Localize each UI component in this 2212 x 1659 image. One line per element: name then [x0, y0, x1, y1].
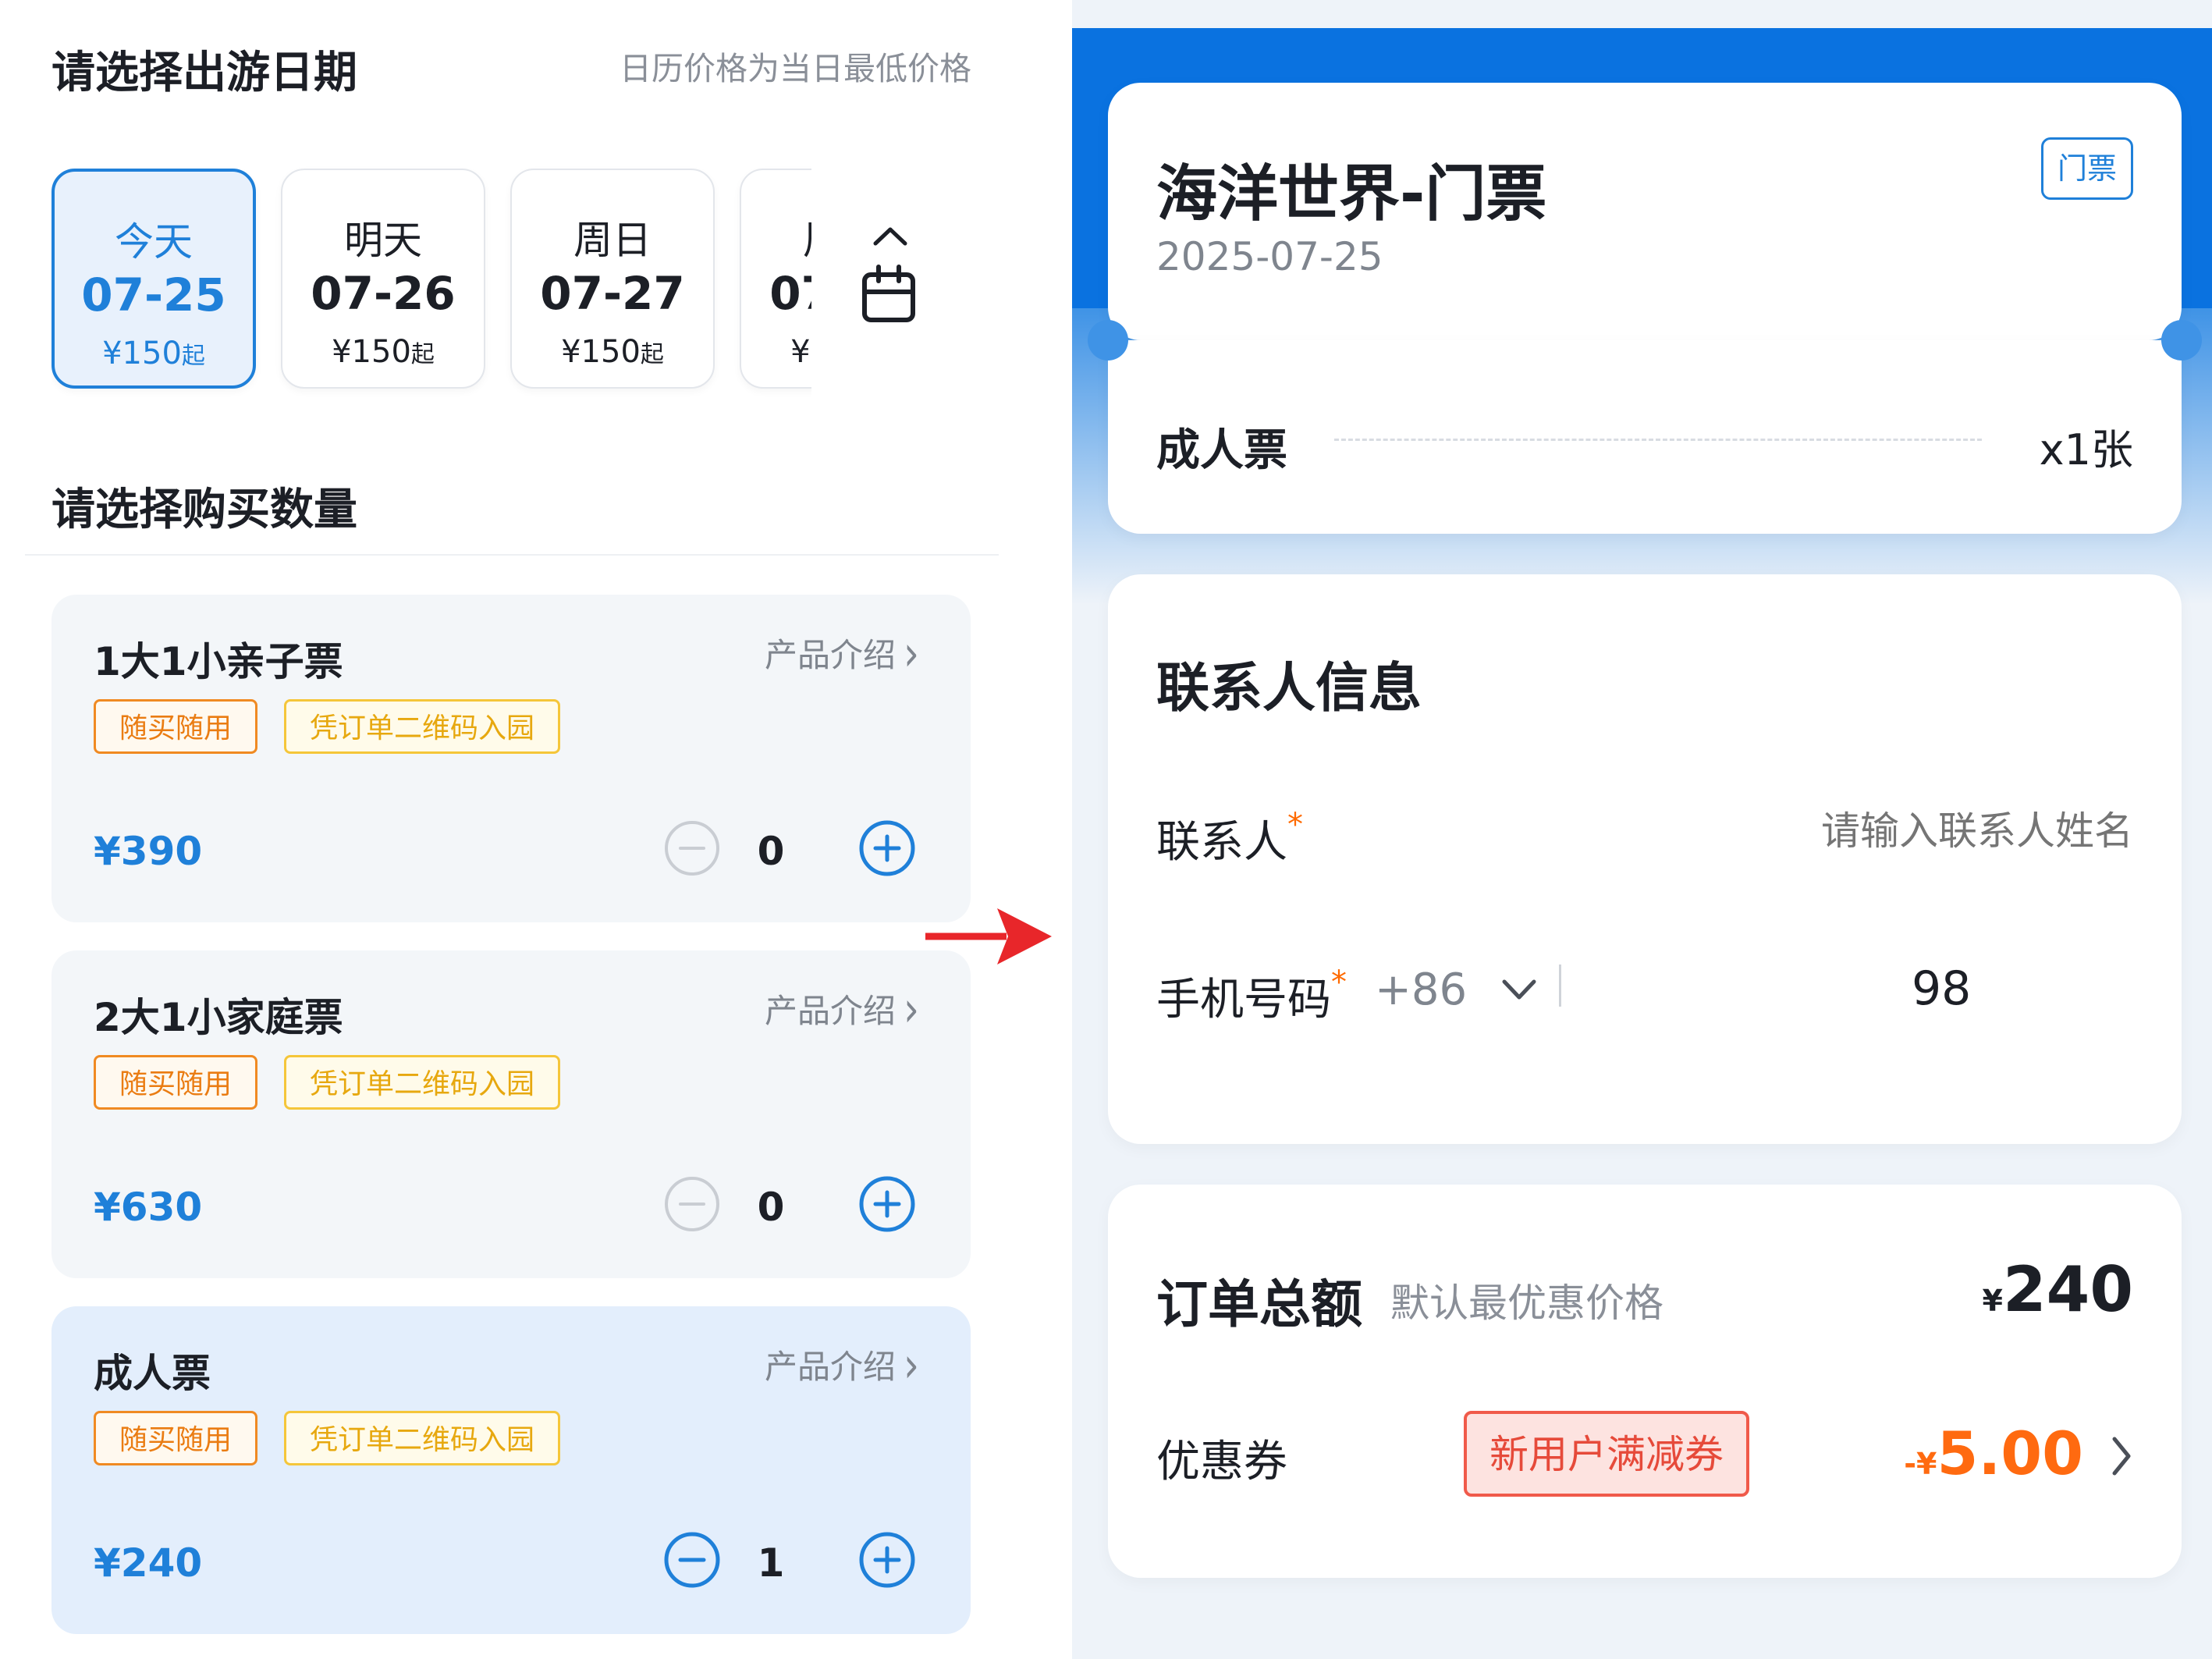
chevron-down-icon[interactable] [1501, 971, 1537, 1008]
order-total-amount: ¥240 [1982, 1253, 2133, 1326]
product-intro-link[interactable]: 产品介绍 › [765, 981, 919, 1038]
product-price: ¥390 [94, 829, 203, 874]
product-name: 成人票 [94, 1351, 211, 1396]
product-name: 2大1小家庭票 [94, 995, 343, 1040]
date-card-label: 周日 [573, 218, 652, 263]
phone-label: 手机号码* [1156, 964, 1347, 1025]
order-total-title: 订单总额 [1156, 1274, 1362, 1334]
plus-button[interactable] [858, 1175, 916, 1233]
ticket-notch-left [1088, 320, 1128, 361]
product-intro-link[interactable]: 产品介绍 › [765, 1337, 919, 1394]
tag-qr-entry: 凭订单二维码入园 [284, 699, 561, 754]
chevron-right-icon: › [904, 980, 919, 1038]
quantity-section-title: 请选择购买数量 [51, 485, 357, 535]
date-card-price: ¥150起 [102, 336, 205, 371]
date-card-price: ¥150起 [332, 334, 435, 370]
date-card-label: 今天 [115, 219, 193, 265]
tag-buy-and-use: 随买随用 [94, 699, 258, 754]
date-card-date: 07-27 [540, 267, 685, 320]
chevron-right-icon[interactable] [2110, 1434, 2133, 1478]
coupon-label: 优惠券 [1156, 1437, 1287, 1487]
transition-arrow-icon [925, 908, 1052, 964]
product-price: ¥630 [94, 1185, 203, 1230]
product-intro-link[interactable]: 产品介绍 › [765, 625, 919, 682]
quantity-value: 1 [757, 1540, 785, 1586]
order-total-subtitle: 默认最优惠价格 [1390, 1281, 1663, 1326]
quantity-value: 0 [757, 1185, 785, 1230]
contact-name-input[interactable] [1587, 808, 2133, 854]
ticket-selection-screen: 请选择出游日期 日历价格为当日最低价格 今天 07-25 ¥150起 明天 07… [0, 0, 1069, 1659]
product-card-adult: 成人票 产品介绍 › 随买随用 凭订单二维码入园 ¥240 1 [51, 1306, 971, 1634]
ticket-notch-right [2161, 320, 2202, 361]
required-mark: * [1331, 964, 1347, 1000]
plus-button[interactable] [858, 819, 916, 877]
date-card-label: 明天 [344, 218, 422, 263]
date-card-price: ¥150起 [561, 334, 664, 370]
input-separator [1559, 964, 1561, 1007]
product-card-parent-child: 1大1小亲子票 产品介绍 › 随买随用 凭订单二维码入园 ¥390 0 [51, 595, 971, 922]
chevron-right-icon: › [904, 1336, 919, 1394]
minus-button[interactable] [663, 1531, 721, 1589]
calendar-icon [862, 227, 915, 322]
date-card-monday[interactable]: 周一 07-28 ¥150起 [740, 169, 811, 389]
tag-buy-and-use: 随买随用 [94, 1411, 258, 1465]
required-mark: * [1287, 807, 1303, 843]
contact-name-label: 联系人* [1156, 807, 1303, 868]
date-card-label: 周一 [741, 209, 811, 265]
date-card-date: 07-28 [769, 267, 811, 320]
ticket-count: x1张 [2039, 425, 2133, 474]
coupon-discount[interactable]: -¥5.00 [1904, 1419, 2083, 1488]
minus-button[interactable] [663, 819, 721, 877]
ticket-date: 2025-07-25 [1156, 234, 1383, 279]
contact-title: 联系人信息 [1156, 658, 1422, 719]
ticket-title: 海洋世界-门票 [1156, 159, 1547, 229]
product-name: 1大1小亲子票 [94, 639, 343, 684]
tag-buy-and-use: 随买随用 [94, 1055, 258, 1110]
calendar-button[interactable] [858, 218, 922, 336]
tag-qr-entry: 凭订单二维码入园 [284, 1411, 561, 1465]
order-summary-card: 订单总额 默认最优惠价格 ¥240 优惠券 新用户满减券 -¥5.00 [1108, 1185, 2182, 1578]
quantity-value: 0 [757, 829, 785, 874]
section-divider [25, 554, 999, 556]
date-card-today[interactable]: 今天 07-25 ¥150起 [51, 169, 256, 389]
date-card-date: 07-25 [81, 268, 226, 321]
date-card-sunday[interactable]: 周日 07-27 ¥150起 [510, 169, 715, 389]
contact-info-card: 联系人信息 联系人* 手机号码* +86 98 [1108, 574, 2182, 1144]
chevron-right-icon: › [904, 624, 919, 682]
date-strip: 今天 07-25 ¥150起 明天 07-26 ¥150起 周日 07-27 ¥… [51, 165, 811, 401]
product-price: ¥240 [94, 1540, 203, 1586]
tag-qr-entry: 凭订单二维码入园 [284, 1055, 561, 1110]
date-card-price: ¥150起 [790, 334, 811, 370]
calendar-price-note: 日历价格为当日最低价格 [620, 50, 971, 87]
date-section-title: 请选择出游日期 [51, 48, 357, 98]
ticket-card: 海洋世界-门票 2025-07-25 门票 [1108, 83, 2182, 340]
ticket-type-badge: 门票 [2040, 137, 2133, 200]
coupon-badge[interactable]: 新用户满减券 [1464, 1411, 1749, 1497]
date-card-date: 07-26 [311, 267, 456, 320]
minus-button[interactable] [663, 1175, 721, 1233]
product-card-family: 2大1小家庭票 产品介绍 › 随买随用 凭订单二维码入园 ¥630 0 [51, 950, 971, 1278]
dashed-divider [1334, 439, 1982, 441]
ticket-detail-row: 成人票 x1张 [1108, 340, 2182, 534]
ticket-type: 成人票 [1156, 425, 1287, 476]
order-confirmation-screen: 海洋世界-门票 2025-07-25 门票 成人票 x1张 联系人信息 联系人*… [1072, 0, 2212, 1659]
chevron-up-icon [873, 227, 907, 246]
country-code-select[interactable]: +86 [1375, 964, 1467, 1015]
date-card-tomorrow[interactable]: 明天 07-26 ¥150起 [281, 169, 485, 389]
phone-input[interactable]: 98 [1912, 961, 1971, 1016]
plus-button[interactable] [858, 1531, 916, 1589]
